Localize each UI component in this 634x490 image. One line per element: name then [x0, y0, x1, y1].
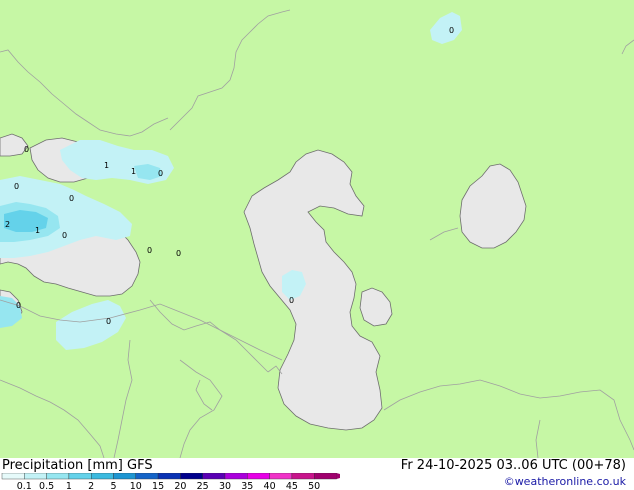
scale-tick-label: 10: [130, 481, 142, 490]
map-label: 0: [24, 145, 29, 154]
scale-tick-label: 5: [110, 481, 116, 490]
scale-color-cell: [224, 473, 248, 480]
scale-tick-label: 1: [66, 481, 72, 490]
scale-tick-label: 35: [241, 481, 253, 490]
scale-color-cell: [24, 473, 47, 480]
scale-color-cell: [157, 473, 181, 480]
scale-tick-label: 40: [264, 481, 276, 490]
scale-tick-label: 50: [308, 481, 320, 490]
scale-tick-label: 2: [88, 481, 94, 490]
precipitation-map: 0 1 1 0 0 0 2 1 0 0 0 0 0 0 0: [0, 0, 634, 458]
map-label: 2: [5, 220, 10, 229]
precipitation-color-scale: 0.1 0.5 1 2 5 10 15 20 25 30 35 40 45 50: [1, 473, 340, 490]
forecast-datetime: Fr 24-10-2025 03..06 UTC (00+78): [400, 458, 626, 473]
scale-tick-label: 45: [286, 481, 298, 490]
map-label: 1: [131, 167, 136, 176]
map-label: 0: [69, 194, 74, 203]
scale-tick-label: 15: [152, 481, 164, 490]
scale-color-cell: [247, 473, 270, 480]
scale-end-arrow: [336, 473, 340, 479]
map-label: 0: [62, 231, 67, 240]
scale-color-cell: [180, 473, 203, 480]
map-label: 1: [35, 226, 40, 235]
map-label: 1: [104, 161, 109, 170]
scale-color-cell: [68, 473, 92, 480]
scale-tick-label: 20: [174, 481, 186, 490]
map-footer: Precipitation [mm] GFS Fr 24-10-2025 03.…: [0, 458, 634, 490]
map-label: 0: [449, 26, 454, 35]
credit-link[interactable]: ©weatheronline.co.uk: [504, 475, 626, 488]
map-title: Precipitation [mm] GFS: [2, 458, 153, 473]
scale-tick-label: 30: [219, 481, 231, 490]
scale-color-cell: [291, 473, 315, 480]
scale-color-cell: [202, 473, 226, 480]
scale-color-cell: [135, 473, 159, 480]
map-label: 0: [16, 301, 21, 310]
scale-tick-label: 25: [197, 481, 209, 490]
scale-color-cell: [46, 473, 70, 480]
map-label: 0: [147, 246, 152, 255]
map-label: 0: [158, 169, 163, 178]
scale-color-cell: [113, 473, 136, 480]
map-label: 0: [289, 296, 294, 305]
scale-color-cell: [269, 473, 293, 480]
scale-color-cell: [1, 473, 25, 480]
map-label: 0: [176, 249, 181, 258]
map-label: 0: [106, 317, 111, 326]
scale-tick-label: 0.5: [39, 481, 54, 490]
scale-color-cell: [90, 473, 114, 480]
scale-color-cell: [314, 473, 337, 480]
scale-tick-label: 0.1: [17, 481, 32, 490]
map-label: 0: [14, 182, 19, 191]
